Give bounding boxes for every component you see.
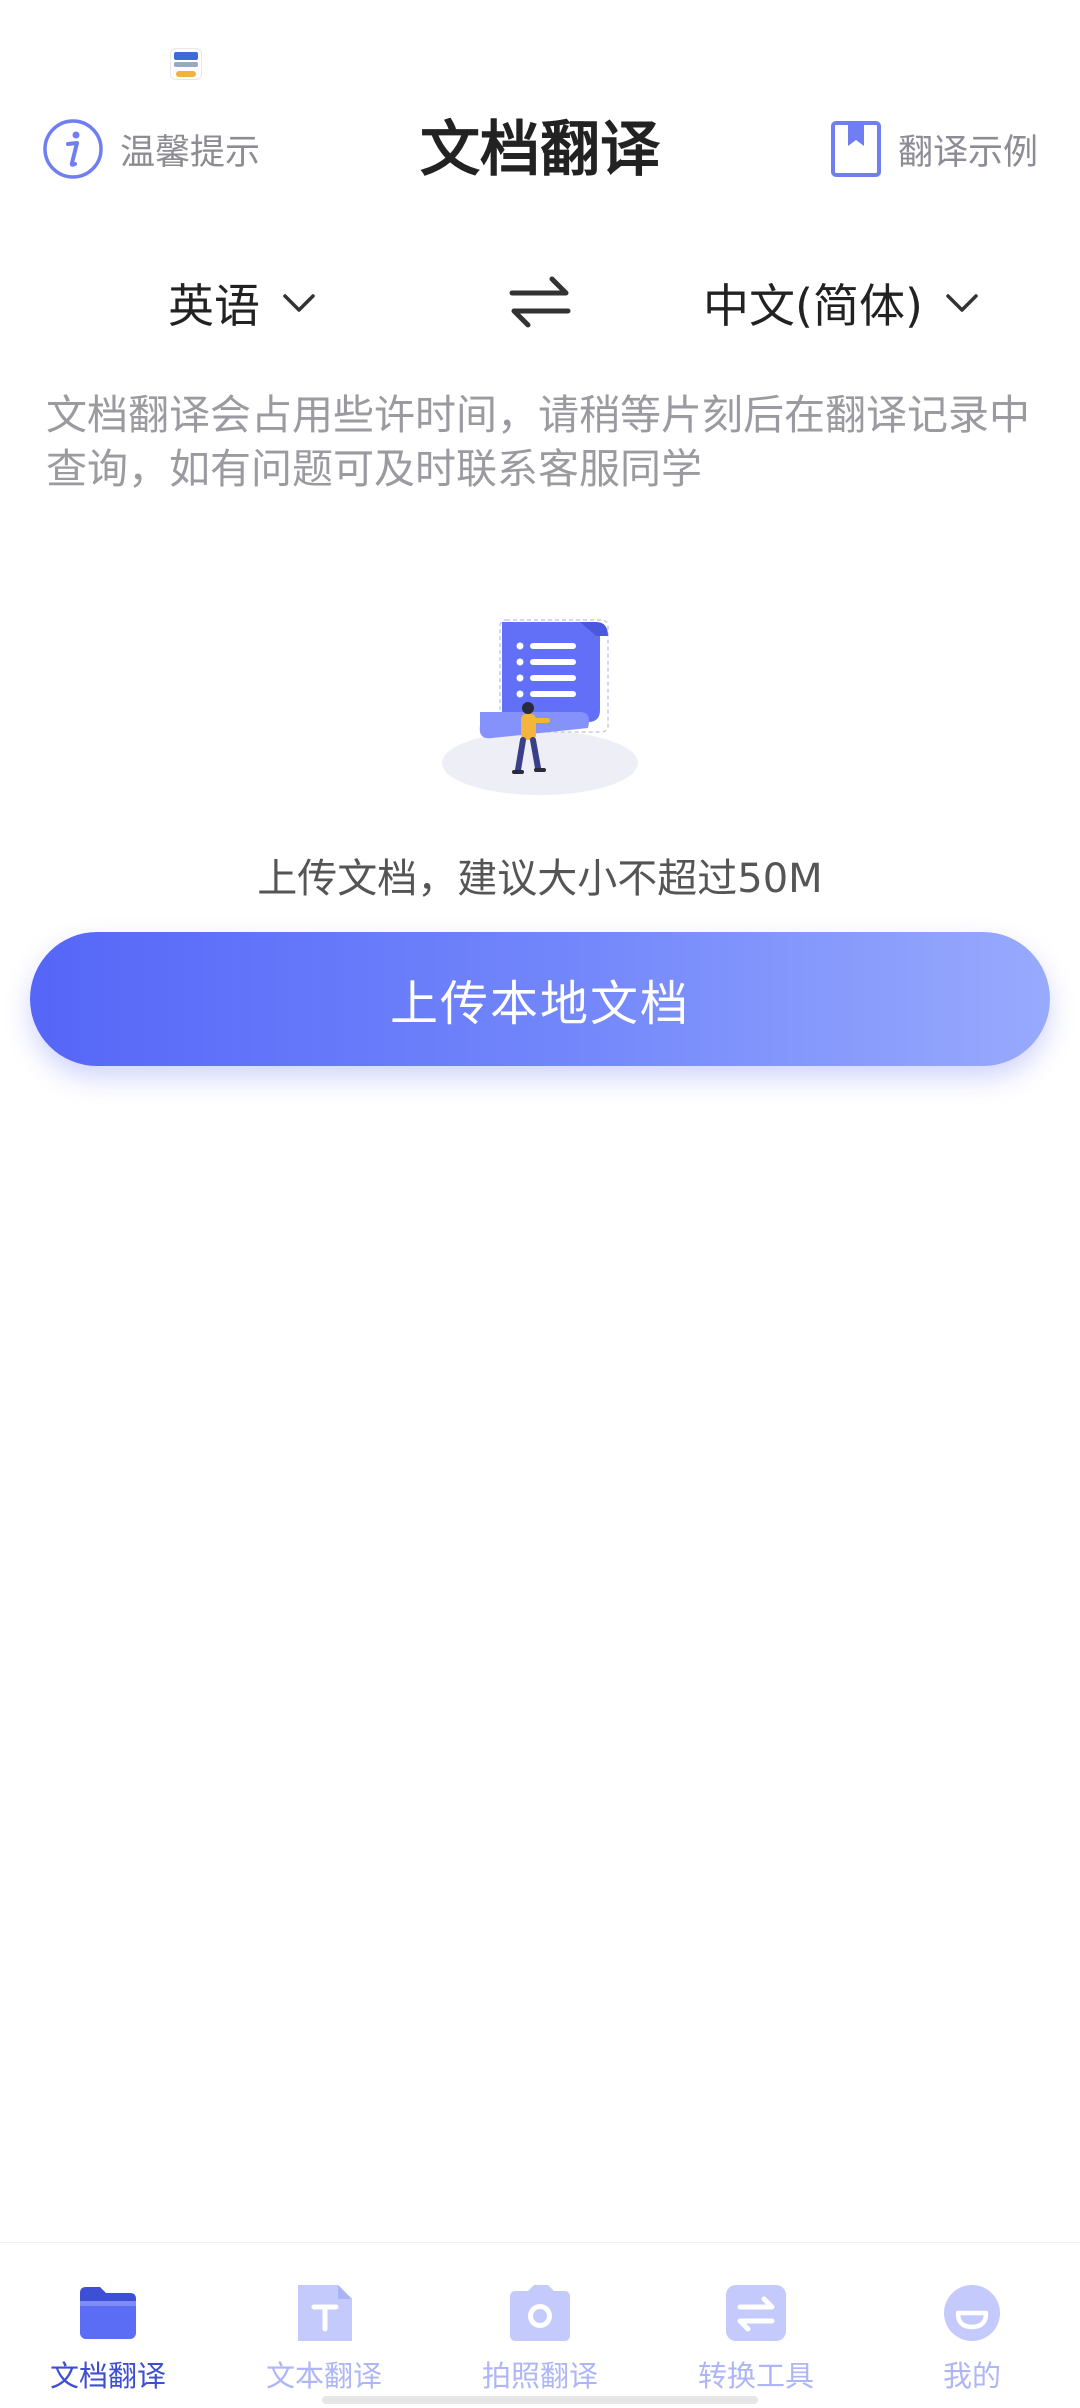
upload-size-hint: 上传文档，建议大小不超过50M <box>257 856 823 902</box>
upload-local-document-button[interactable]: 上传本地文档 <box>30 932 1050 1066</box>
chevron-down-icon <box>283 294 315 312</box>
nav-document-translate[interactable]: 文档翻译 <box>0 2243 216 2408</box>
document-upload-illustration <box>442 619 638 795</box>
translation-notice-text: 文档翻译会占用些许时间，请稍等片刻后在翻译记录中查询，如有问题可及时联系客服同学 <box>46 391 1030 493</box>
camera-icon <box>510 2285 570 2341</box>
top-bar: 温馨提示 文档翻译 翻译示例 <box>0 110 1080 190</box>
nav-text-translate[interactable]: 文本翻译 <box>216 2243 432 2408</box>
nav-label: 我的 <box>942 2359 1001 2393</box>
language-selector-row: 英语 中文(简体) <box>0 265 1080 341</box>
nav-photo-translate[interactable]: 拍照翻译 <box>432 2243 648 2408</box>
source-language-dropdown[interactable]: 英语 <box>168 265 316 341</box>
bookmark-icon <box>830 121 881 177</box>
swap-languages-icon[interactable] <box>508 273 572 331</box>
nav-label: 文档翻译 <box>49 2359 166 2393</box>
translation-example-label: 翻译示例 <box>897 132 1038 173</box>
source-language-label: 英语 <box>168 279 260 333</box>
home-indicator[interactable] <box>322 2396 758 2404</box>
folder-icon <box>80 2287 136 2339</box>
nav-label: 转换工具 <box>697 2359 814 2393</box>
text-document-icon <box>298 2285 352 2341</box>
target-language-label: 中文(简体) <box>703 279 923 333</box>
nav-conversion-tools[interactable]: 转换工具 <box>648 2243 864 2408</box>
translation-example-button[interactable]: 翻译示例 <box>830 116 1038 182</box>
target-language-dropdown[interactable]: 中文(简体) <box>703 265 979 341</box>
convert-icon <box>726 2285 786 2341</box>
nav-label: 文本翻译 <box>265 2359 382 2393</box>
document-translate-screen: 温馨提示 文档翻译 翻译示例 英语 中文(简体) 文档翻译会占用些许时间，请稍等… <box>0 0 1080 2408</box>
bottom-navigation: 文档翻译 文本翻译 拍照翻译 转换工具 我的 <box>0 2242 1080 2408</box>
profile-icon <box>944 2285 1000 2341</box>
status-bar-app-icon <box>170 48 202 80</box>
nav-label: 拍照翻译 <box>481 2359 598 2393</box>
nav-my-profile[interactable]: 我的 <box>864 2243 1080 2408</box>
chevron-down-icon <box>946 294 978 312</box>
